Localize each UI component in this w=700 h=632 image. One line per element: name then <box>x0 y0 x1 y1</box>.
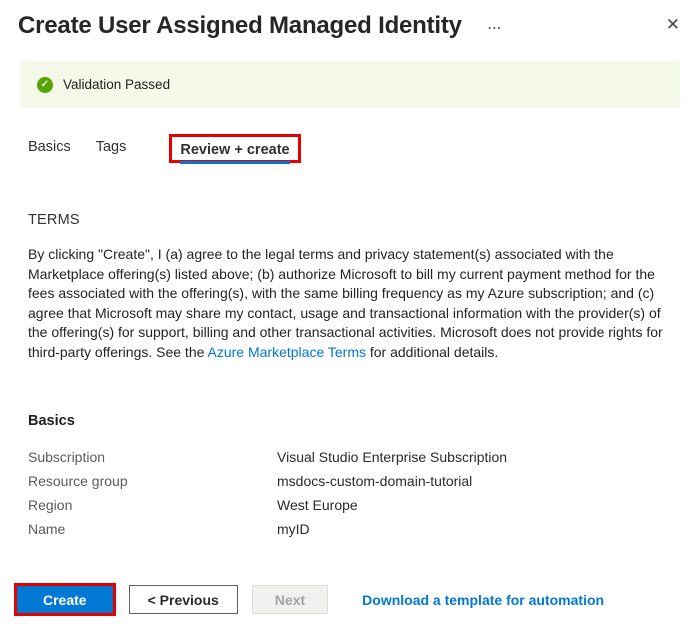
row-value-resource-group: msdocs-custom-domain-tutorial <box>277 472 473 489</box>
validation-banner-text: Validation Passed <box>63 77 171 92</box>
more-options-icon[interactable]: ... <box>488 17 502 32</box>
tab-review-create[interactable]: Review + create <box>180 141 290 164</box>
table-row: Resource group msdocs-custom-domain-tuto… <box>28 469 672 493</box>
footer-action-bar: Create < Previous Next Download a templa… <box>14 583 686 616</box>
terms-section: TERMS By clicking "Create", I (a) agree … <box>28 212 672 363</box>
row-label-name: Name <box>28 520 66 537</box>
basics-summary-heading: Basics <box>28 412 75 429</box>
terms-heading: TERMS <box>28 212 80 228</box>
download-template-link[interactable]: Download a template for automation <box>362 592 604 608</box>
create-button[interactable]: Create <box>17 586 113 613</box>
terms-text-before-link: By clicking "Create", I (a) agree to the… <box>28 246 663 360</box>
row-value-name: myID <box>277 520 310 537</box>
terms-text-after-link: for additional details. <box>365 343 499 360</box>
tab-tags[interactable]: Tags <box>96 139 127 157</box>
row-label-subscription: Subscription <box>28 448 106 465</box>
create-button-highlight-box: Create <box>14 583 116 616</box>
basics-summary-rows: Subscription Visual Studio Enterprise Su… <box>28 445 672 541</box>
validation-banner: ✓ Validation Passed <box>20 61 680 108</box>
close-icon[interactable]: ✕ <box>666 15 680 35</box>
row-value-subscription: Visual Studio Enterprise Subscription <box>277 448 508 465</box>
row-label-resource-group: Resource group <box>28 472 128 489</box>
review-summary-section: Basics Subscription Visual Studio Enterp… <box>28 413 672 541</box>
next-button[interactable]: Next <box>251 585 329 614</box>
tab-bar: Basics Tags Review + create <box>28 129 700 167</box>
terms-paragraph: By clicking "Create", I (a) agree to the… <box>28 245 672 363</box>
table-row: Subscription Visual Studio Enterprise Su… <box>28 445 672 469</box>
review-tab-highlight-box: Review + create <box>169 133 301 164</box>
previous-button[interactable]: < Previous <box>128 585 238 614</box>
page-title: Create User Assigned Managed Identity <box>18 12 462 39</box>
azure-marketplace-terms-link[interactable]: Azure Marketplace Terms <box>208 344 366 360</box>
tab-basics[interactable]: Basics <box>28 139 71 157</box>
row-value-region: West Europe <box>277 496 358 513</box>
success-check-icon: ✓ <box>37 76 53 93</box>
row-label-region: Region <box>28 496 73 513</box>
table-row: Region West Europe <box>28 493 672 517</box>
dialog-header: Create User Assigned Managed Identity ..… <box>0 0 700 41</box>
table-row: Name myID <box>28 517 672 541</box>
